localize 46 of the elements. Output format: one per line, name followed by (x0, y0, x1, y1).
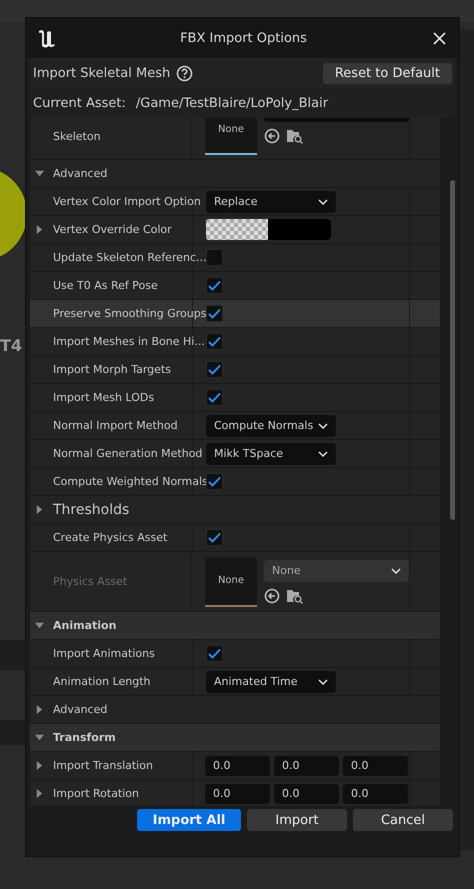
number-field[interactable]: 0.0 (205, 756, 270, 776)
asset-thumbnail[interactable]: None (205, 118, 257, 155)
property-label: Import Morph Targets (53, 363, 171, 376)
section-header[interactable]: Transform (53, 731, 116, 744)
category-header[interactable]: Advanced (53, 167, 108, 180)
property-label: Vertex Color Import Option (53, 195, 201, 208)
section-header[interactable]: Animation (53, 619, 116, 632)
category-header[interactable]: Thresholds (53, 502, 130, 518)
dialog-button[interactable]: Cancel (353, 809, 453, 831)
property-label: Use T0 As Ref Pose (53, 279, 158, 292)
dropdown[interactable]: Compute Normals (206, 414, 336, 436)
property-label: Vertex Override Color (53, 223, 172, 236)
dropdown[interactable]: Animated Time (206, 670, 336, 692)
dropdown[interactable]: Mikk TSpace (206, 442, 336, 464)
highlighted-row[interactable]: Preserve Smoothing Groups (30, 300, 440, 328)
background-text: T4 (0, 336, 22, 355)
property-label: Import Rotation (53, 787, 140, 800)
thumbnail-label: None (218, 124, 244, 134)
number-field[interactable]: 0.0 (205, 784, 270, 804)
window-title: FBX Import Options (179, 30, 308, 46)
primary-button[interactable]: Import All (137, 809, 241, 831)
asset-label: Current Asset: (33, 96, 126, 110)
property-label: Animation Length (53, 675, 151, 688)
property-label: Update Skeleton Referenc... (53, 251, 207, 264)
dialog-heading: Import Skeletal Mesh (33, 66, 170, 80)
thumbnail-label: None (218, 575, 244, 586)
property-label: Physics Asset (53, 575, 128, 588)
number-field[interactable]: 0.0 (274, 784, 339, 804)
dialog-button[interactable]: Import (247, 809, 347, 831)
number-field[interactable]: 0.0 (343, 756, 408, 776)
category-header[interactable]: Advanced (53, 703, 108, 716)
dropdown[interactable]: Replace (206, 190, 336, 212)
property-label: Normal Import Method (53, 419, 178, 432)
reset-to-default-button[interactable]: Reset to Default (322, 62, 452, 84)
property-label: Import Meshes in Bone Hi... (53, 335, 205, 348)
property-label: Skeleton (53, 130, 101, 143)
property-label: Create Physics Asset (53, 531, 168, 544)
property-label: Import Translation (53, 759, 153, 772)
number-field[interactable]: 0.0 (343, 784, 408, 804)
property-label: Preserve Smoothing Groups (53, 307, 206, 320)
number-field[interactable]: 0.0 (274, 756, 339, 776)
property-label: Import Animations (53, 647, 155, 660)
property-label: Compute Weighted Normals (53, 475, 208, 488)
property-label: Import Mesh LODs (53, 391, 154, 404)
property-label: Normal Generation Method (53, 447, 202, 460)
asset-path: /Game/TestBlaire/LoPoly_Blair (136, 96, 328, 110)
